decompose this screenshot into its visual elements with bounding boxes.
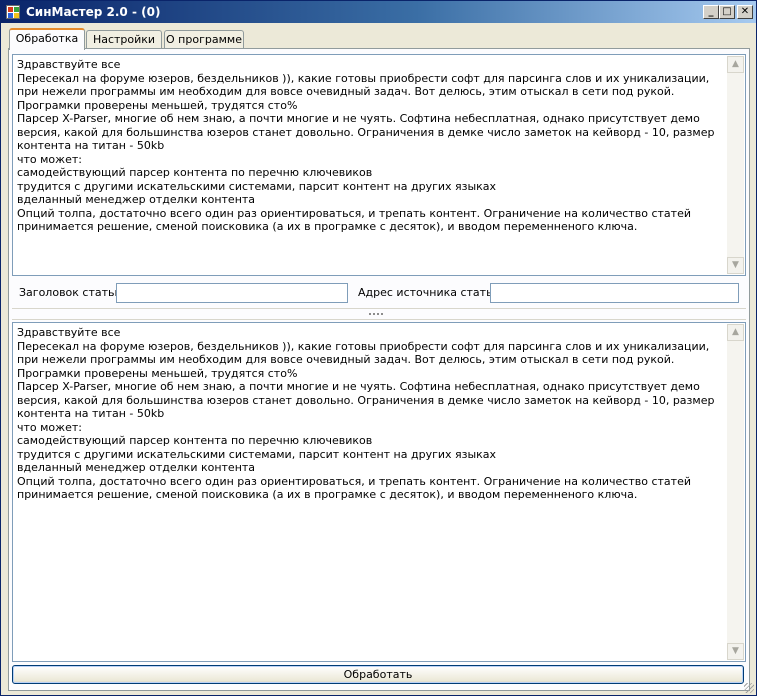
- result-scrollbar[interactable]: ▲ ▼: [727, 324, 744, 660]
- window-title: СинМастер 2.0 - (0): [26, 5, 161, 19]
- minimize-icon: _: [708, 6, 714, 17]
- scroll-up-icon[interactable]: ▲: [727, 56, 744, 73]
- article-title-label: Заголовок статьи: [19, 286, 122, 299]
- main-window: СинМастер 2.0 - (0) _ □ ✕ Обработка Наст…: [0, 0, 757, 696]
- source-text[interactable]: Здравствуйте все Пересекал на форуме юзе…: [17, 58, 723, 272]
- scroll-down-icon[interactable]: ▼: [727, 257, 744, 274]
- splitter-grip-icon: [369, 313, 385, 315]
- minimize-button[interactable]: _: [703, 5, 719, 19]
- maximize-icon: □: [722, 6, 732, 17]
- app-icon[interactable]: [6, 5, 20, 19]
- close-button[interactable]: ✕: [737, 5, 753, 19]
- title-bar[interactable]: СинМастер 2.0 - (0) _ □ ✕: [1, 1, 756, 23]
- resize-grip-icon[interactable]: [744, 683, 754, 693]
- article-source-input[interactable]: [490, 283, 739, 303]
- result-text-area[interactable]: Здравствуйте все Пересекал на форуме юзе…: [12, 322, 746, 662]
- panel-splitter[interactable]: [12, 308, 746, 320]
- tab-about[interactable]: О программе: [164, 30, 244, 49]
- source-scrollbar[interactable]: ▲ ▼: [727, 56, 744, 274]
- source-text-area[interactable]: Здравствуйте все Пересекал на форуме юзе…: [12, 54, 746, 276]
- article-title-input[interactable]: [116, 283, 348, 303]
- result-text[interactable]: Здравствуйте все Пересекал на форуме юзе…: [17, 326, 723, 658]
- tab-processing[interactable]: Обработка: [9, 28, 85, 50]
- article-fields-row: Заголовок статьи Адрес источника статьи: [9, 280, 749, 304]
- scroll-up-icon[interactable]: ▲: [727, 324, 744, 341]
- process-button[interactable]: Обработать: [12, 665, 744, 684]
- article-source-label: Адрес источника статьи: [358, 286, 500, 299]
- processing-panel: Здравствуйте все Пересекал на форуме юзе…: [8, 48, 750, 691]
- scroll-down-icon[interactable]: ▼: [727, 643, 744, 660]
- maximize-button[interactable]: □: [719, 5, 735, 19]
- close-icon: ✕: [740, 6, 750, 17]
- tab-settings[interactable]: Настройки: [86, 30, 162, 49]
